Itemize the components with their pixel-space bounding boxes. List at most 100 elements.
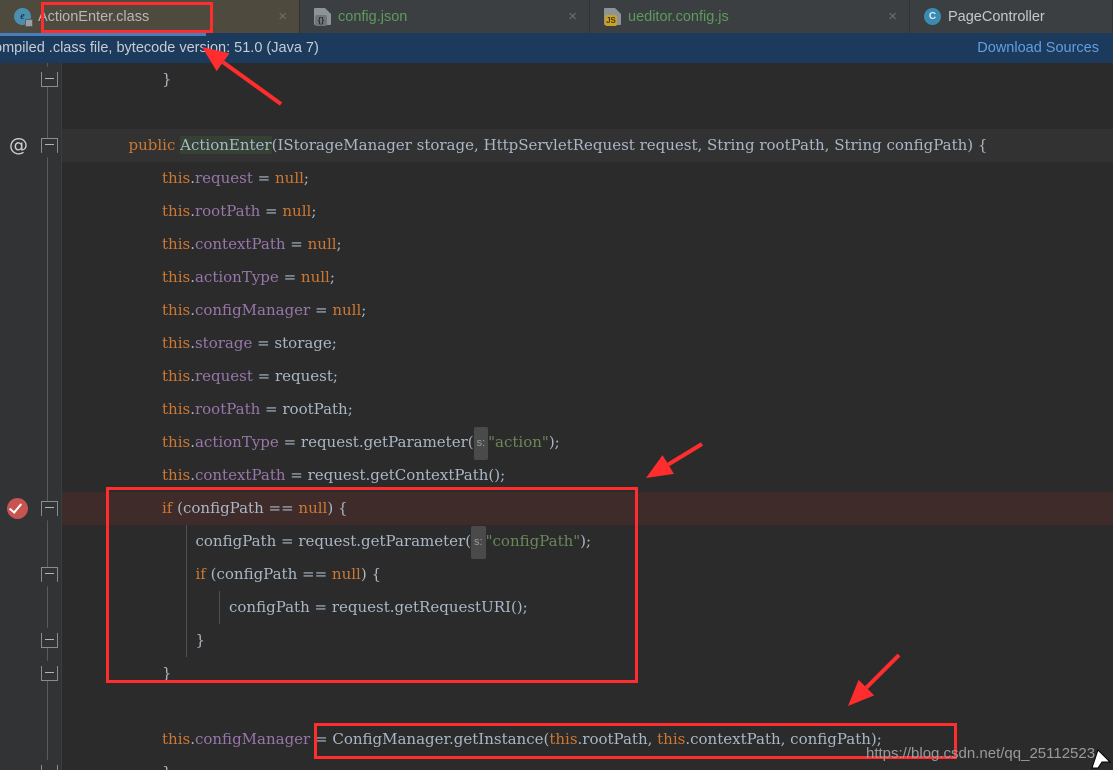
code-line[interactable] [62,96,1113,129]
code-token: "configPath" [485,532,581,550]
code-token: configManager [194,730,311,748]
close-icon[interactable]: × [252,9,287,24]
code-token: } [162,664,172,682]
code-line[interactable]: this.request = null; [62,162,1113,195]
fold-marker-up-icon[interactable] [41,72,58,87]
code-line-content: this.storage = storage; [62,334,337,352]
fold-marker-down-icon[interactable] [41,567,58,582]
code-line[interactable]: this.actionType = null; [62,261,1113,294]
tab-config-json[interactable]: {} config.json × [300,0,590,33]
code-token: this [162,169,191,187]
code-token: ) { [327,499,348,517]
code-token: = request; [252,367,338,385]
fold-marker-up-icon[interactable] [41,633,58,648]
json-badge: {} [315,15,327,26]
code-line-content: this.actionType = request.getParameter(s… [62,427,560,460]
code-token: contextPath [194,466,286,484]
tab-label: ueditor.config.js [628,8,729,25]
code-token: storage, [411,136,484,154]
code-token: this [162,433,191,451]
code-token: rootPath [194,400,261,418]
code-line-content: this.actionType = null; [62,268,335,286]
download-sources-link[interactable]: Download Sources [977,40,1099,56]
code-line[interactable]: this.contextPath = null; [62,228,1113,261]
code-token: = [278,268,301,286]
code-token: ); [580,532,592,550]
indent-guide [219,591,220,624]
code-token: this [162,235,191,253]
code-token: String [834,136,882,154]
code-line-content: this.request = request; [62,367,338,385]
code-token: this [162,367,191,385]
code-line-content: this.rootPath = rootPath; [62,400,353,418]
code-token: = rootPath; [260,400,353,418]
close-icon[interactable]: × [542,9,577,24]
idea-window: e ActionEnter.class × {} config.json × J… [0,0,1113,770]
close-icon[interactable]: × [862,9,897,24]
code-token: ; [361,301,367,319]
code-token: configPath) { [881,136,988,154]
code-token: request, [634,136,708,154]
parameter-name-hint: s: [473,427,489,460]
code-token: = request.getContextPath(); [285,466,506,484]
code-token: this [657,730,686,748]
code-token: } [162,70,172,88]
code-token: (configPath == [205,565,332,583]
code-line[interactable]: if (configPath == null) { [62,558,1113,591]
code-token: rootPath, [754,136,835,154]
breakpoint-icon[interactable] [7,498,28,519]
code-line[interactable]: this.storage = storage; [62,327,1113,360]
mouse-cursor [1091,749,1112,769]
code-token: = [260,202,283,220]
tab-label: ActionEnter.class [38,8,150,25]
code-line[interactable]: } [62,657,1113,690]
code-surface[interactable]: } public ActionEnter(IStorageManager stor… [62,63,1113,770]
code-line[interactable]: this.actionType = request.getParameter(s… [62,426,1113,460]
code-token: IStorageManager [277,136,412,154]
code-line[interactable]: this.request = request; [62,360,1113,393]
code-token: this [162,202,191,220]
code-line-content: configPath = request.getRequestURI(); [62,598,528,616]
code-line[interactable]: this.contextPath = request.getContextPat… [62,459,1113,492]
tab-action-enter-class[interactable]: e ActionEnter.class × [0,0,300,33]
code-line-content: public ActionEnter(IStorageManager stora… [62,136,987,154]
code-token: storage [194,334,253,352]
fold-marker-down-icon[interactable] [41,138,58,153]
code-token: rootPath [194,202,261,220]
editor-gutter[interactable] [0,63,36,770]
fold-marker-up-icon[interactable] [41,765,58,770]
code-line[interactable]: this.rootPath = rootPath; [62,393,1113,426]
code-line-content: if (configPath == null) { [62,565,382,583]
parameter-name-hint: s: [471,526,486,559]
code-line-content: this.rootPath = null; [62,202,316,220]
code-editor[interactable]: } public ActionEnter(IStorageManager stor… [0,63,1113,770]
code-token: null [282,202,312,220]
code-line[interactable]: if (configPath == null) { [62,492,1113,525]
code-line[interactable]: configPath = request.getParameter(s: "con… [62,525,1113,559]
code-token: configManager [194,301,311,319]
lock-badge-icon [25,19,33,27]
code-token: ; [311,202,317,220]
indent-guide [185,525,187,657]
code-token: ) { [360,565,381,583]
code-token: ActionEnter [180,136,272,154]
code-line[interactable]: this.rootPath = null; [62,195,1113,228]
code-line[interactable] [62,690,1113,723]
code-token: this [162,400,191,418]
code-line[interactable]: } [62,63,1113,96]
code-token: this [162,730,191,748]
code-line-content: configPath = request.getParameter(s: "con… [62,526,592,559]
fold-marker-down-icon[interactable] [41,501,58,516]
code-token: null [331,565,361,583]
code-token: public [128,136,181,154]
code-line[interactable]: } [62,624,1113,657]
code-token: if [162,499,173,517]
tab-page-controller[interactable]: C PageController [910,0,1113,33]
code-line[interactable]: public ActionEnter(IStorageManager stora… [62,129,1113,162]
tab-ueditor-config-js[interactable]: JS ueditor.config.js × [590,0,910,33]
annotation-marker-icon[interactable]: @ [8,135,29,156]
code-line[interactable]: this.configManager = null; [62,294,1113,327]
json-file-icon: {} [314,8,331,26]
fold-marker-up-icon[interactable] [41,666,58,681]
java-class-icon: C [924,8,941,25]
